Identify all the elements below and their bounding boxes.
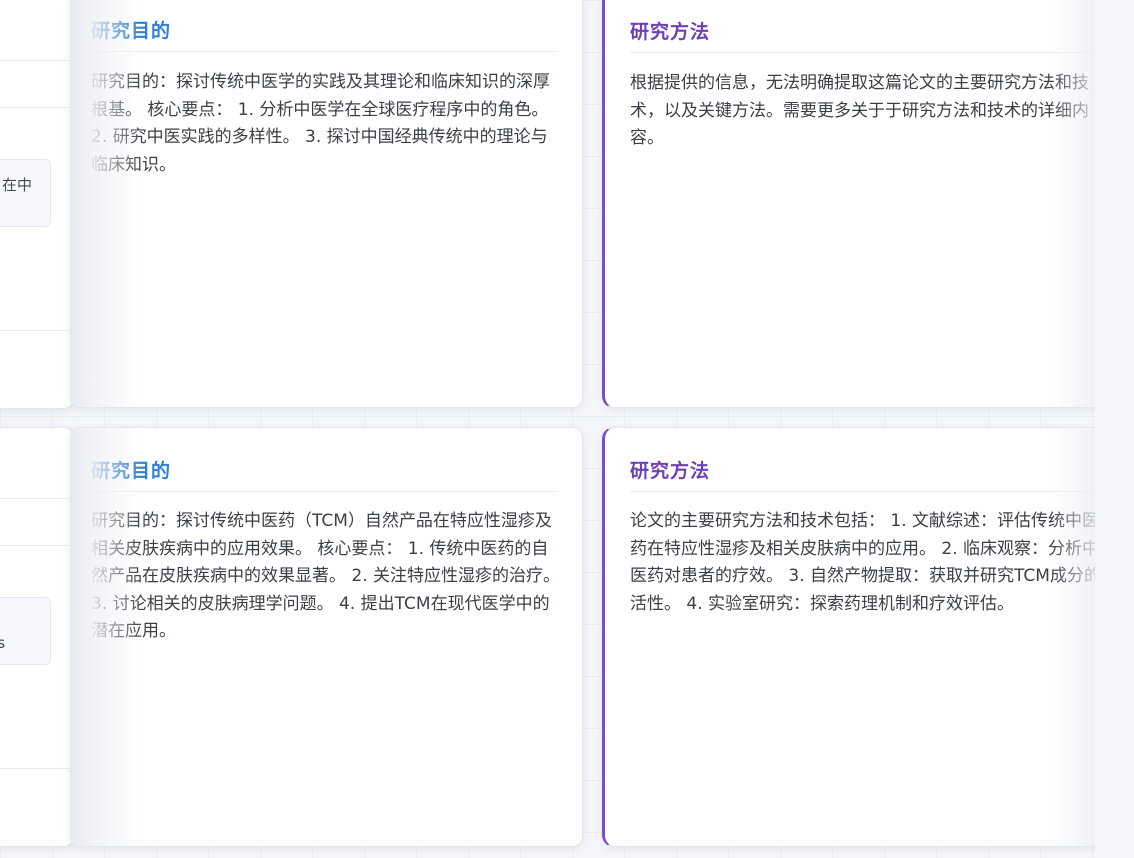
divider [0,545,73,546]
keyword-chip[interactable]: ers [0,597,51,665]
divider [0,768,73,769]
card-title: 研究方法 [630,460,711,482]
viewport-right-gutter [1095,0,1134,858]
divider [0,498,73,499]
card-title: 研究目的 [91,460,172,482]
research-method-card-1[interactable]: 研究方法 根据提供的信息，无法明确提取这篇论文的主要研究方法和技术，以及关键方法… [602,0,1122,408]
research-method-card-2[interactable]: 研究方法 论文的主要研究方法和技术包括： 1. 文献综述：评估传统中医药在特应性… [602,427,1122,847]
card-header: 研究方法 [630,2,1111,53]
research-purpose-card-2[interactable]: 研究目的 研究目的：探讨传统中医药（TCM）自然产品在特应性湿疹及相关皮肤疾病中… [70,427,583,847]
divider [0,107,73,108]
card-header: 研究目的 [91,1,558,52]
card-body-text: 论文的主要研究方法和技术包括： 1. 文献综述：评估传统中医药在特应性湿疹及相关… [630,511,1101,614]
card-title: 研究方法 [630,21,711,43]
divider [0,60,73,61]
keyword-chip-text: ers [0,634,5,652]
keyword-chip-text: 在中 [2,176,33,194]
card-body-text: 研究目的：探讨传统中医学的实践及其理论和临床知识的深厚根基。 核心要点： 1. … [91,72,550,175]
keyword-chip[interactable]: 在中 [0,159,51,227]
research-purpose-card-1[interactable]: 研究目的 研究目的：探讨传统中医学的实践及其理论和临床知识的深厚根基。 核心要点… [70,0,583,408]
card-header: 研究目的 [91,441,558,492]
card-body-text: 根据提供的信息，无法明确提取这篇论文的主要研究方法和技术，以及关键方法。需要更多… [630,73,1089,148]
card-header: 研究方法 [630,441,1111,492]
left-partial-card-1[interactable]: 在中 [0,0,74,409]
card-title: 研究目的 [91,20,172,42]
left-partial-card-2[interactable]: ers [0,427,74,847]
card-body-text: 研究目的：探讨传统中医药（TCM）自然产品在特应性湿疹及相关皮肤疾病中的应用效果… [91,511,561,641]
divider [0,330,73,331]
card-grid-viewport: 在中 研究目的 研究目的：探讨传统中医学的实践及其理论和临床知识的深厚根基。 核… [0,0,1134,858]
edge-fade [71,0,141,407]
